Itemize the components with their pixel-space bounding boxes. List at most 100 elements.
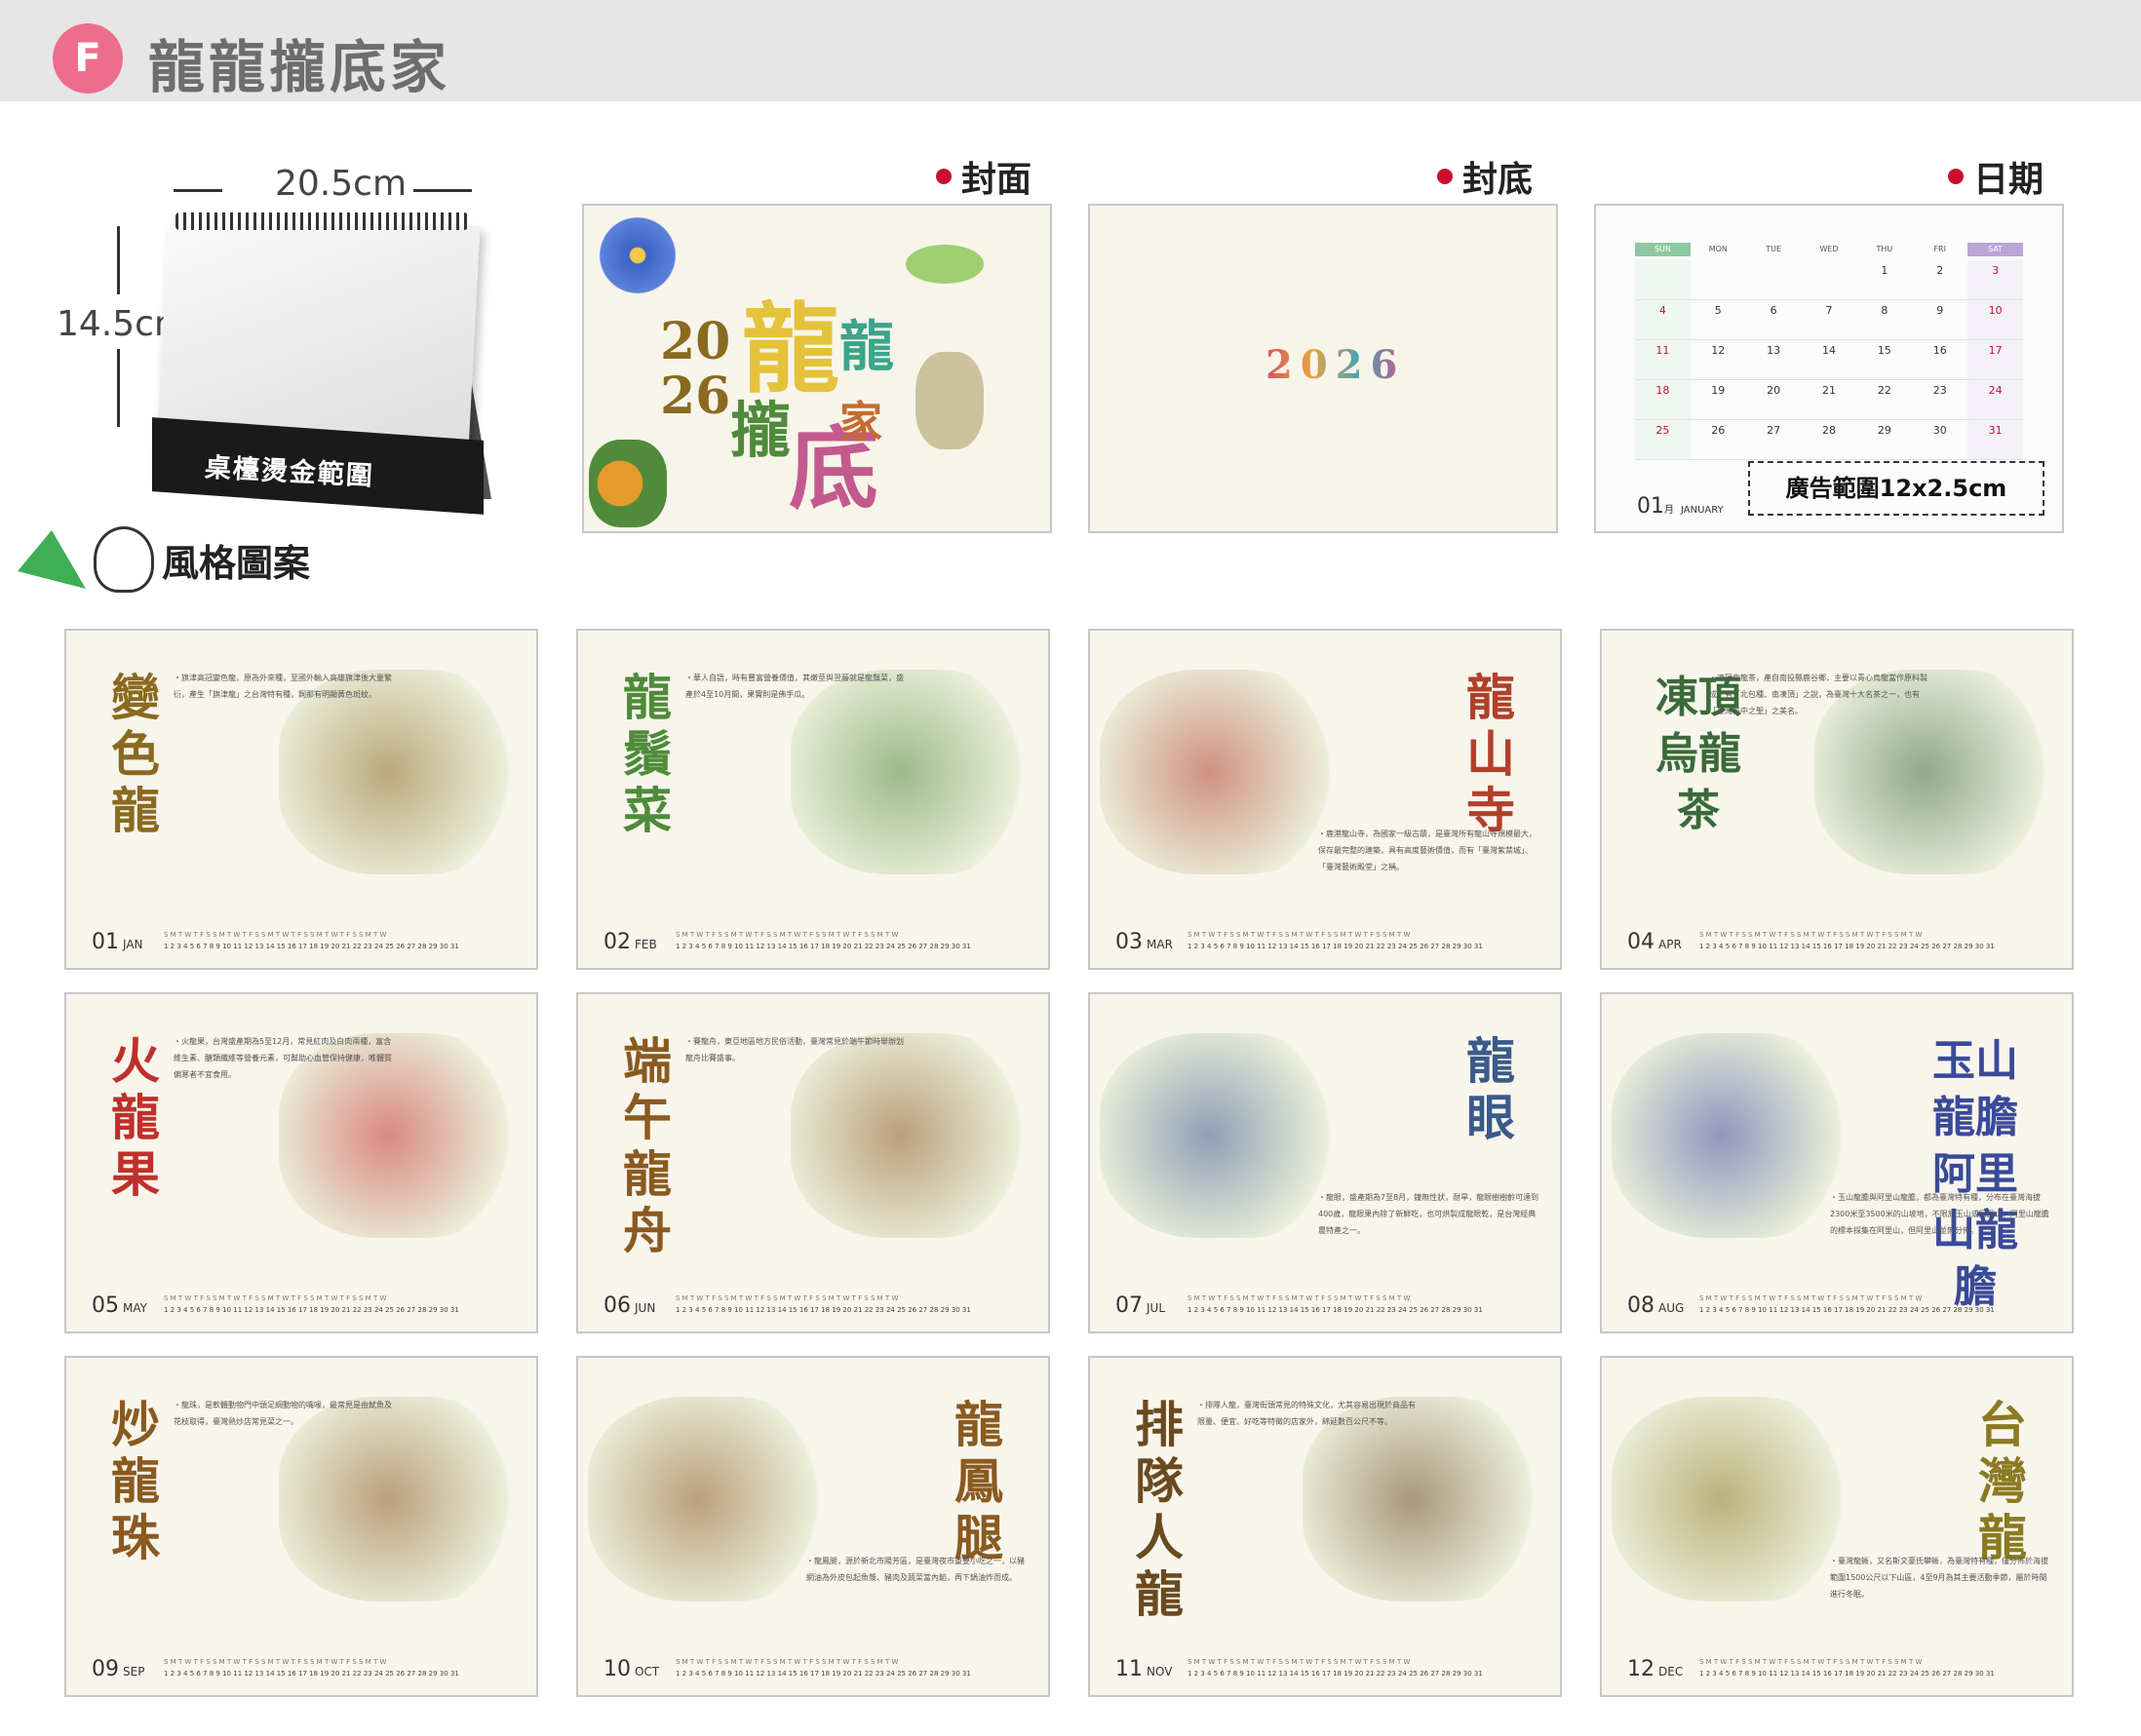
ad-area: 廣告範圍12x2.5cm bbox=[1748, 461, 2044, 516]
month-description: ・賽龍舟，東亞地區地方民俗活動，臺灣常見於端午節時舉辦划龍舟比賽盛事。 bbox=[685, 1037, 904, 1062]
month-number: 05 MAY bbox=[92, 1293, 147, 1318]
month-number: 10 OCT bbox=[603, 1657, 660, 1681]
illustration bbox=[1612, 1033, 1855, 1238]
cover-preview: 20 26 龍 龍 攏 底 家 bbox=[582, 204, 1052, 533]
style-label: 風格圖案 bbox=[162, 541, 311, 585]
weekday-strip: S M T W T F S S M T W T F S S M T W T F … bbox=[676, 1294, 899, 1302]
weekday-strip: S M T W T F S S M T W T F S S M T W T F … bbox=[164, 1294, 387, 1302]
day-strip: 1 2 3 4 5 6 7 8 9 10 11 12 13 14 15 16 1… bbox=[1699, 1670, 1995, 1678]
weekday-strip: S M T W T F S S M T W T F S S M T W T F … bbox=[1699, 1658, 1923, 1666]
day-cell: 6 bbox=[1770, 304, 1777, 317]
day-strip: 1 2 3 4 5 6 7 8 9 10 11 12 13 14 15 16 1… bbox=[1699, 1306, 1995, 1314]
day-cell bbox=[1802, 260, 1857, 299]
day-cell: 20 bbox=[1767, 384, 1781, 397]
month-number: 04 APR bbox=[1627, 930, 1682, 954]
illustration bbox=[588, 1397, 832, 1601]
month-title: 炒龍珠 bbox=[111, 1396, 160, 1566]
month-card-nov: 排隊人龍 ・排隊人龍，臺灣街頭常見的特殊文化，尤其容易出現於商品有限量、便宜、好吃… bbox=[1088, 1356, 1562, 1697]
dot-icon bbox=[1437, 169, 1453, 184]
dot-icon bbox=[1948, 169, 1964, 184]
week-row: 4 5 6 7 8 9 10 bbox=[1635, 300, 2024, 340]
day-cell: 16 bbox=[1932, 344, 1947, 357]
day-strip: 1 2 3 4 5 6 7 8 9 10 11 12 13 14 15 16 1… bbox=[164, 1670, 459, 1678]
month-number: 11 NOV bbox=[1115, 1657, 1173, 1681]
month-card-sep: 炒龍珠 ・龍珠，是軟體動物門中頭足綱動物的嘴喙，最常見是由魷魚及花枝取得，臺灣熱炒… bbox=[64, 1356, 538, 1697]
month-number: 09 SEP bbox=[92, 1657, 145, 1681]
day-cell: 7 bbox=[1825, 304, 1833, 317]
date-strip: S M T W T F S S M T W T F S S M T W T F … bbox=[164, 929, 520, 952]
day-cell: 4 bbox=[1635, 300, 1691, 339]
height-line-bottom bbox=[117, 349, 120, 427]
month-card-mar: 龍山寺 ・鹿港龍山寺，為國家一級古蹟，是臺灣所有龍山寺規模最大，保存最完整的建築，… bbox=[1088, 629, 1562, 970]
cover-heading: 封面 bbox=[936, 151, 1032, 202]
cover-label: 封面 bbox=[961, 160, 1032, 200]
week-row: 18 19 20 21 22 23 24 bbox=[1635, 380, 2024, 420]
weekday-header: SUN MON TUE WED THU FRI SAT bbox=[1635, 243, 2024, 256]
weekday-strip: S M T W T F S S M T W T F S S M T W T F … bbox=[1187, 931, 1411, 939]
month-caption: 01月 JANUARY bbox=[1637, 494, 1724, 519]
day-cell: 19 bbox=[1711, 384, 1726, 397]
day-cell: 30 bbox=[1932, 424, 1947, 437]
back-preview: 2026 bbox=[1088, 204, 1558, 533]
day-cell: 14 bbox=[1822, 344, 1836, 357]
day-cell: 15 bbox=[1877, 344, 1891, 357]
day-cell bbox=[1635, 260, 1691, 299]
day-cell: 8 bbox=[1881, 304, 1888, 317]
weekday-strip: S M T W T F S S M T W T F S S M T W T F … bbox=[164, 931, 387, 939]
day-cell: 25 bbox=[1635, 420, 1691, 459]
width-line-left bbox=[174, 189, 222, 192]
month-description: ・火龍果，台灣盛產期為5至12月，常見紅肉及白肉兩種，富含維生素、醣類纖維等營養… bbox=[174, 1037, 392, 1079]
weekday-thu: THU bbox=[1876, 245, 1893, 253]
month-description: ・龍珠，是軟體動物門中頭足綱動物的嘴喙，最常見是由魷魚及花枝取得，臺灣熱炒店常見… bbox=[174, 1401, 392, 1426]
day-cell: 10 bbox=[1967, 300, 2024, 339]
longan-icon bbox=[589, 440, 667, 527]
weekday-strip: S M T W T F S S M T W T F S S M T W T F … bbox=[164, 1658, 387, 1666]
month-description: ・旗津高冠變色龍，原為外來種，至國外輸入高雄旗津後大量繁衍，產生「旗津龍」之台灣… bbox=[174, 674, 392, 699]
month-title: 龍鬚菜 bbox=[623, 669, 672, 839]
week-row: 11 12 13 14 15 16 17 bbox=[1635, 340, 2024, 380]
face-icon bbox=[94, 526, 154, 593]
day-cell: 29 bbox=[1877, 424, 1891, 437]
width-line-right bbox=[413, 189, 472, 192]
dot-icon bbox=[936, 169, 952, 184]
date-strip: S M T W T F S S M T W T F S S M T W T F … bbox=[1699, 1656, 2055, 1679]
header-bar: F 龍龍攏底家 bbox=[0, 0, 2141, 101]
weekday-sat: SAT bbox=[1967, 243, 2024, 256]
day-cell: 13 bbox=[1767, 344, 1781, 357]
back-heading: 封底 bbox=[1437, 151, 1533, 202]
weekday-strip: S M T W T F S S M T W T F S S M T W T F … bbox=[676, 1658, 899, 1666]
style-heading: 風格圖案 bbox=[18, 526, 310, 593]
month-card-dec: 台灣龍 ・臺灣龍蜥，又名斯文豪氏攀蜥，為臺灣特有種，僅分佈於海拔範圍1500公尺以… bbox=[1600, 1356, 2074, 1697]
month-card-apr: 凍頂烏龍茶 ・凍頂烏龍茶，產自南投縣鹿谷鄉，主要以青心烏龍當作原料製成，有「北包種… bbox=[1600, 629, 2074, 970]
weekday-sun: SUN bbox=[1635, 243, 1691, 256]
day-strip: 1 2 3 4 5 6 7 8 9 10 11 12 13 14 15 16 1… bbox=[676, 1306, 971, 1314]
series-badge: F bbox=[53, 23, 123, 94]
month-description: ・龍眼，盛產期為7至8月，鐘無性狀，耐旱，龍眼樹樹齡可達到400歲，龍眼果內除了… bbox=[1318, 1193, 1539, 1235]
month-description: ・玉山龍膽與阿里山龍膽，都為臺灣特有種，分布在臺灣海拔2300米至3500米的山… bbox=[1830, 1193, 2049, 1235]
date-strip: S M T W T F S S M T W T F S S M T W T F … bbox=[676, 1292, 1032, 1316]
day-grid: 1 2 3 4 5 6 7 8 9 10 11 12 13 14 15 16 17 18 19 20 21 22 23 24 2… bbox=[1635, 260, 2024, 460]
day-strip: 1 2 3 4 5 6 7 8 9 10 11 12 13 14 15 16 1… bbox=[164, 943, 459, 950]
day-strip: 1 2 3 4 5 6 7 8 9 10 11 12 13 14 15 16 1… bbox=[164, 1306, 459, 1314]
back-label: 封底 bbox=[1462, 160, 1534, 200]
weekday-tue: TUE bbox=[1766, 245, 1782, 253]
month-title: 玉山龍膽 阿里山龍膽 bbox=[1932, 1036, 2018, 1312]
height-line-top bbox=[117, 226, 120, 294]
day-cell: 18 bbox=[1635, 380, 1691, 419]
month-number: 07 JUL bbox=[1115, 1293, 1166, 1318]
day-cell bbox=[1746, 260, 1802, 299]
month-number: 02 FEB bbox=[603, 930, 657, 954]
weekday-strip: S M T W T F S S M T W T F S S M T W T F … bbox=[1187, 1294, 1411, 1302]
day-cell: 31 bbox=[1967, 420, 2024, 459]
month-description: ・排隊人龍，臺灣街頭常見的特殊文化，尤其容易出現於商品有限量、便宜、好吃等特徵的… bbox=[1197, 1401, 1416, 1426]
date-strip: S M T W T F S S M T W T F S S M T W T F … bbox=[1699, 929, 2055, 952]
date-strip: S M T W T F S S M T W T F S S M T W T F … bbox=[1187, 1656, 1543, 1679]
day-strip: 1 2 3 4 5 6 7 8 9 10 11 12 13 14 15 16 1… bbox=[1699, 943, 1995, 950]
date-strip: S M T W T F S S M T W T F S S M T W T F … bbox=[1187, 1292, 1543, 1316]
month-title: 龍鳳腿 bbox=[954, 1396, 1003, 1566]
illustration bbox=[1100, 670, 1343, 874]
back-year: 2026 bbox=[1265, 342, 1406, 388]
date-strip: S M T W T F S S M T W T F S S M T W T F … bbox=[676, 1656, 1032, 1679]
cover-char-2: 龍 bbox=[839, 315, 894, 379]
month-number: 03 MAR bbox=[1115, 930, 1173, 954]
